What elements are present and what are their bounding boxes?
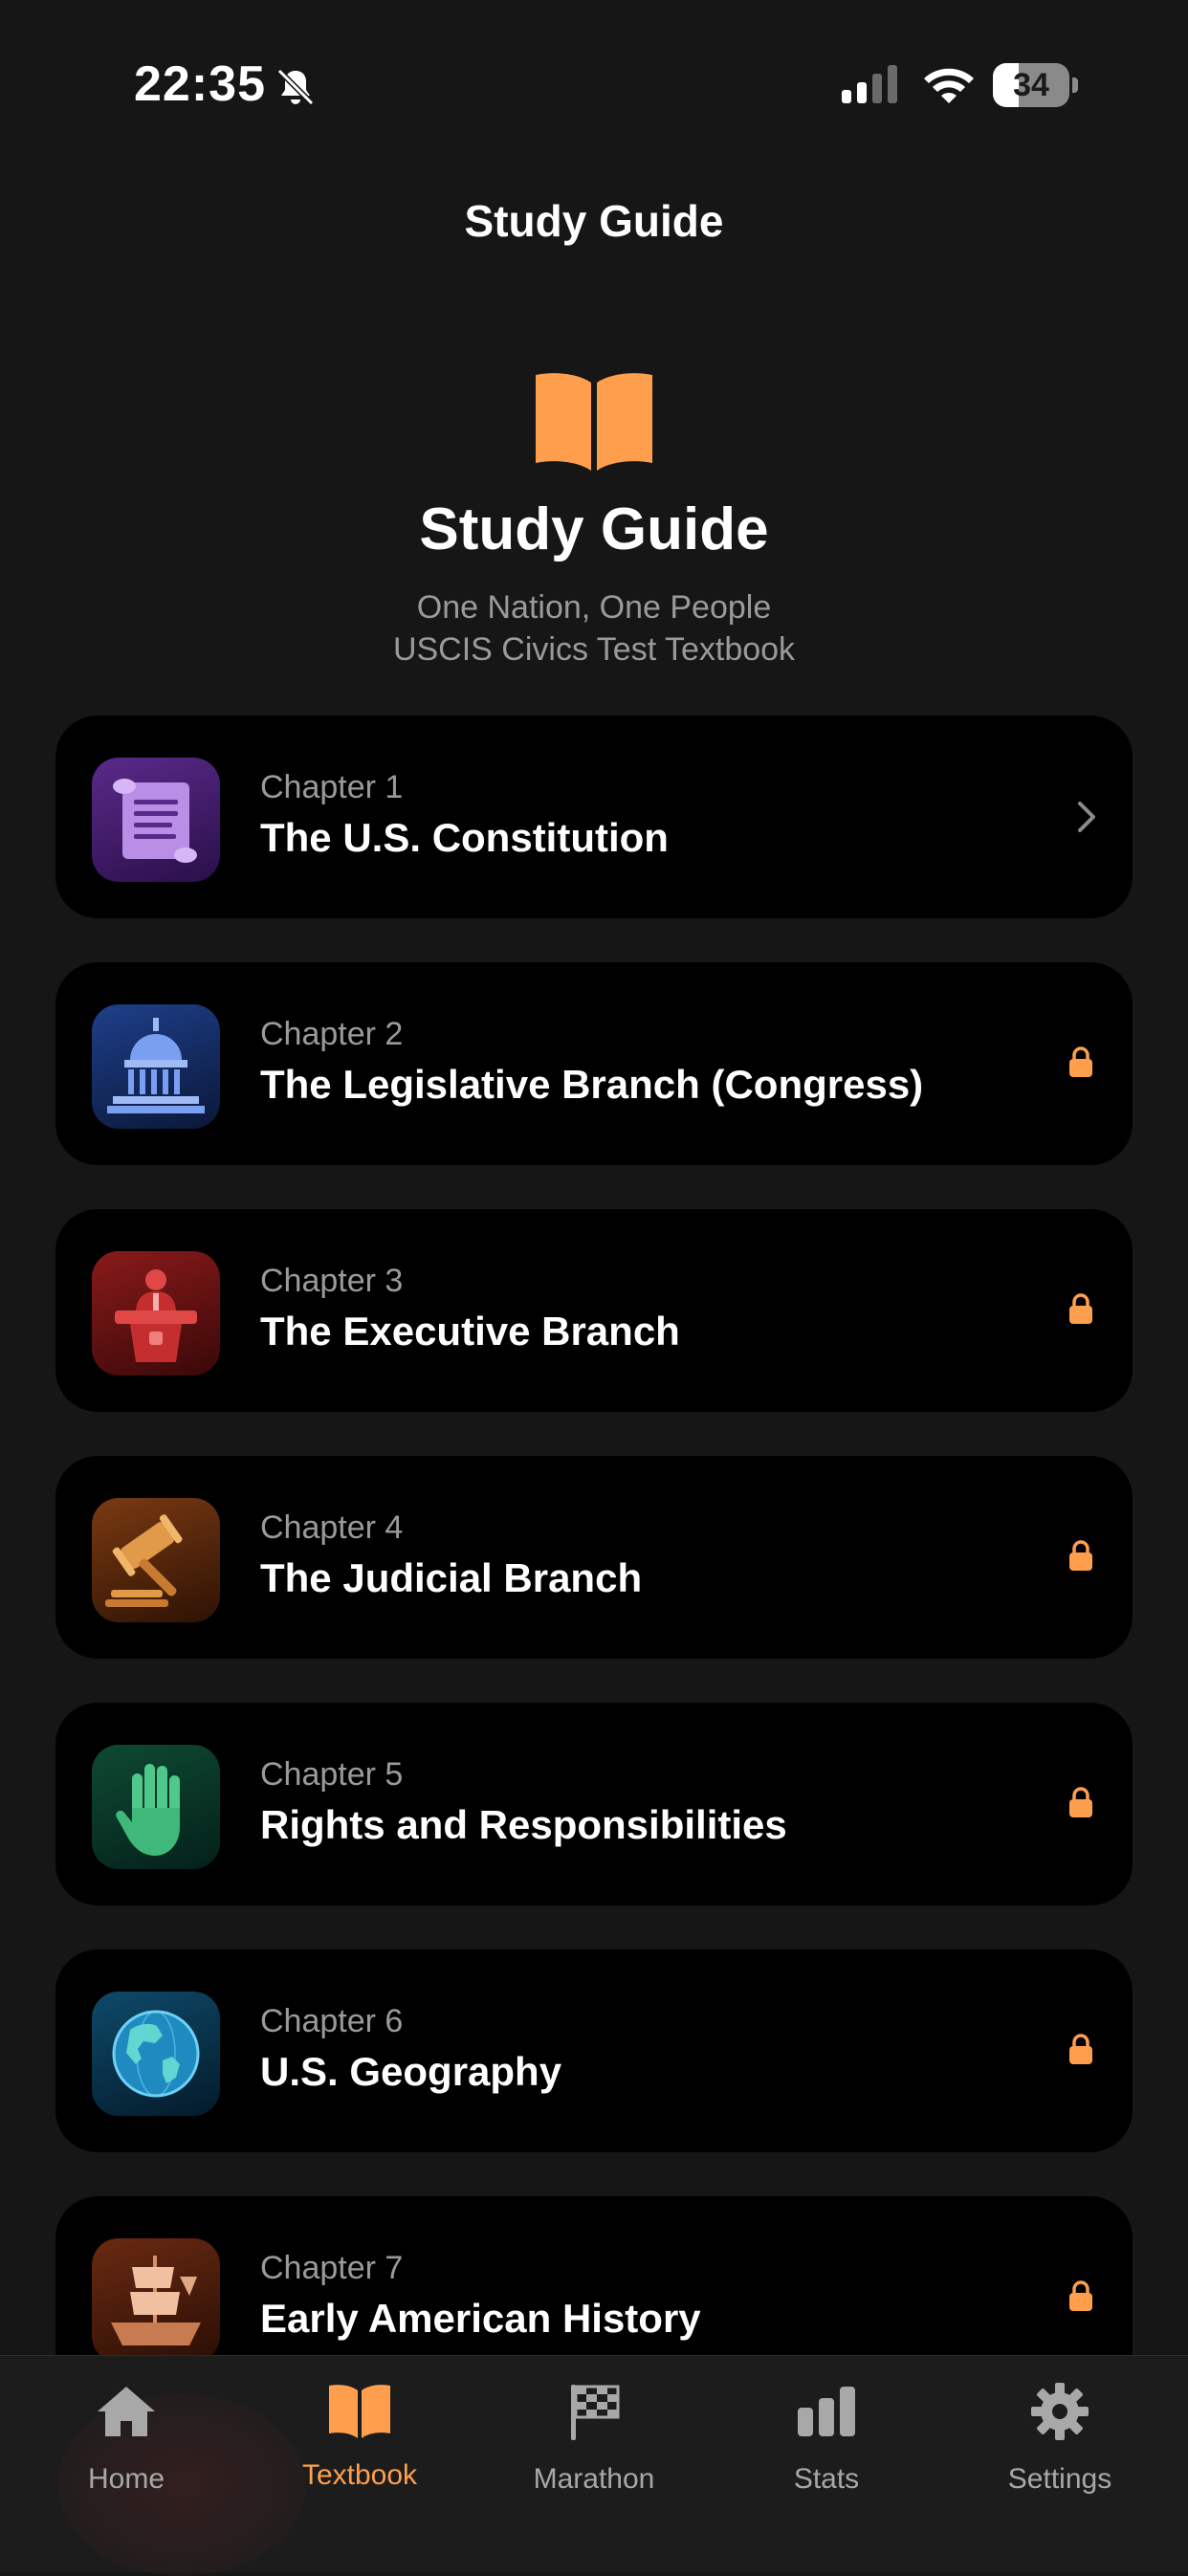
globe-icon [92,1992,220,2116]
house-icon [98,2387,155,2436]
chapter-label: Chapter 3 [260,1263,404,1299]
lock-icon [1069,2034,1092,2064]
chapter-title: The Legislative Branch (Congress) [260,1062,924,1107]
checkered-flag-icon [571,2385,620,2440]
battery-percentage: 34 [1013,67,1049,103]
ship-icon [92,2238,220,2363]
chapter-card-1[interactable]: Chapter 1 The U.S. Constitution [55,716,1133,918]
lock-icon [1069,1293,1092,1324]
tab-textbook[interactable]: Textbook [245,2356,474,2572]
chapter-card-5[interactable]: Chapter 5 Rights and Responsibilities [55,1703,1133,1905]
chapter-label: Chapter 7 [260,2250,404,2286]
tab-label: Home [87,2463,165,2495]
hero-subtitle-secondary: USCIS Civics Test Textbook [392,631,796,668]
bell-slash-icon [276,68,315,106]
gavel-icon [92,1498,220,1622]
cellular-signal-icon [842,65,897,103]
gear-icon [1031,2383,1089,2440]
tab-label: Settings [1007,2463,1112,2495]
chapter-title: The Executive Branch [260,1309,680,1354]
chapter-title: Early American History [260,2296,701,2341]
capitol-icon [92,1004,220,1129]
tab-stats[interactable]: Stats [712,2356,941,2572]
nav-title: Study Guide [464,196,724,246]
chevron-right-icon [1078,802,1095,832]
podium-icon [92,1251,220,1376]
tab-marathon[interactable]: Marathon [479,2356,709,2572]
tab-label: Textbook [301,2459,418,2491]
hero-title: Study Guide [419,496,769,562]
chapter-card-3[interactable]: Chapter 3 The Executive Branch [55,1209,1133,1412]
chapter-title: U.S. Geography [260,2049,562,2094]
chapter-card-4[interactable]: Chapter 4 The Judicial Branch [55,1456,1133,1659]
tab-settings[interactable]: Settings [945,2356,1175,2572]
tab-bar: Home Textbook Marathon Stats Settings [0,2355,1188,2576]
chapter-card-2[interactable]: Chapter 2 The Legislative Branch (Congre… [55,962,1133,1165]
chapter-label: Chapter 5 [260,1756,404,1793]
chapter-label: Chapter 2 [260,1016,404,1052]
tab-label: Stats [793,2463,860,2495]
scroll-icon [92,758,220,882]
lock-icon [1069,1787,1092,1817]
open-book-icon [536,373,652,471]
wifi-icon [924,68,974,103]
chapter-label: Chapter 6 [260,2003,404,2039]
status-bar: 22:35 34 [0,0,1188,143]
chapter-title: Rights and Responsibilities [260,1802,787,1847]
tab-home[interactable]: Home [11,2356,241,2572]
chapter-card-6[interactable]: Chapter 6 U.S. Geography [55,1949,1133,2152]
lock-icon [1069,1046,1092,1077]
tab-label: Marathon [533,2463,655,2495]
chapter-label: Chapter 1 [260,769,404,805]
battery-indicator: 34 [993,63,1079,107]
chapter-title: The U.S. Constitution [260,815,669,860]
lock-icon [1069,2280,1092,2311]
bar-chart-icon [798,2387,855,2436]
chapter-label: Chapter 4 [260,1509,404,1546]
chapter-title: The Judicial Branch [260,1555,643,1600]
raised-hand-icon [92,1745,220,1869]
lock-icon [1069,1540,1092,1571]
hero-subtitle: One Nation, One People [416,589,772,626]
status-time: 22:35 [134,56,266,112]
book-icon [329,2385,390,2438]
